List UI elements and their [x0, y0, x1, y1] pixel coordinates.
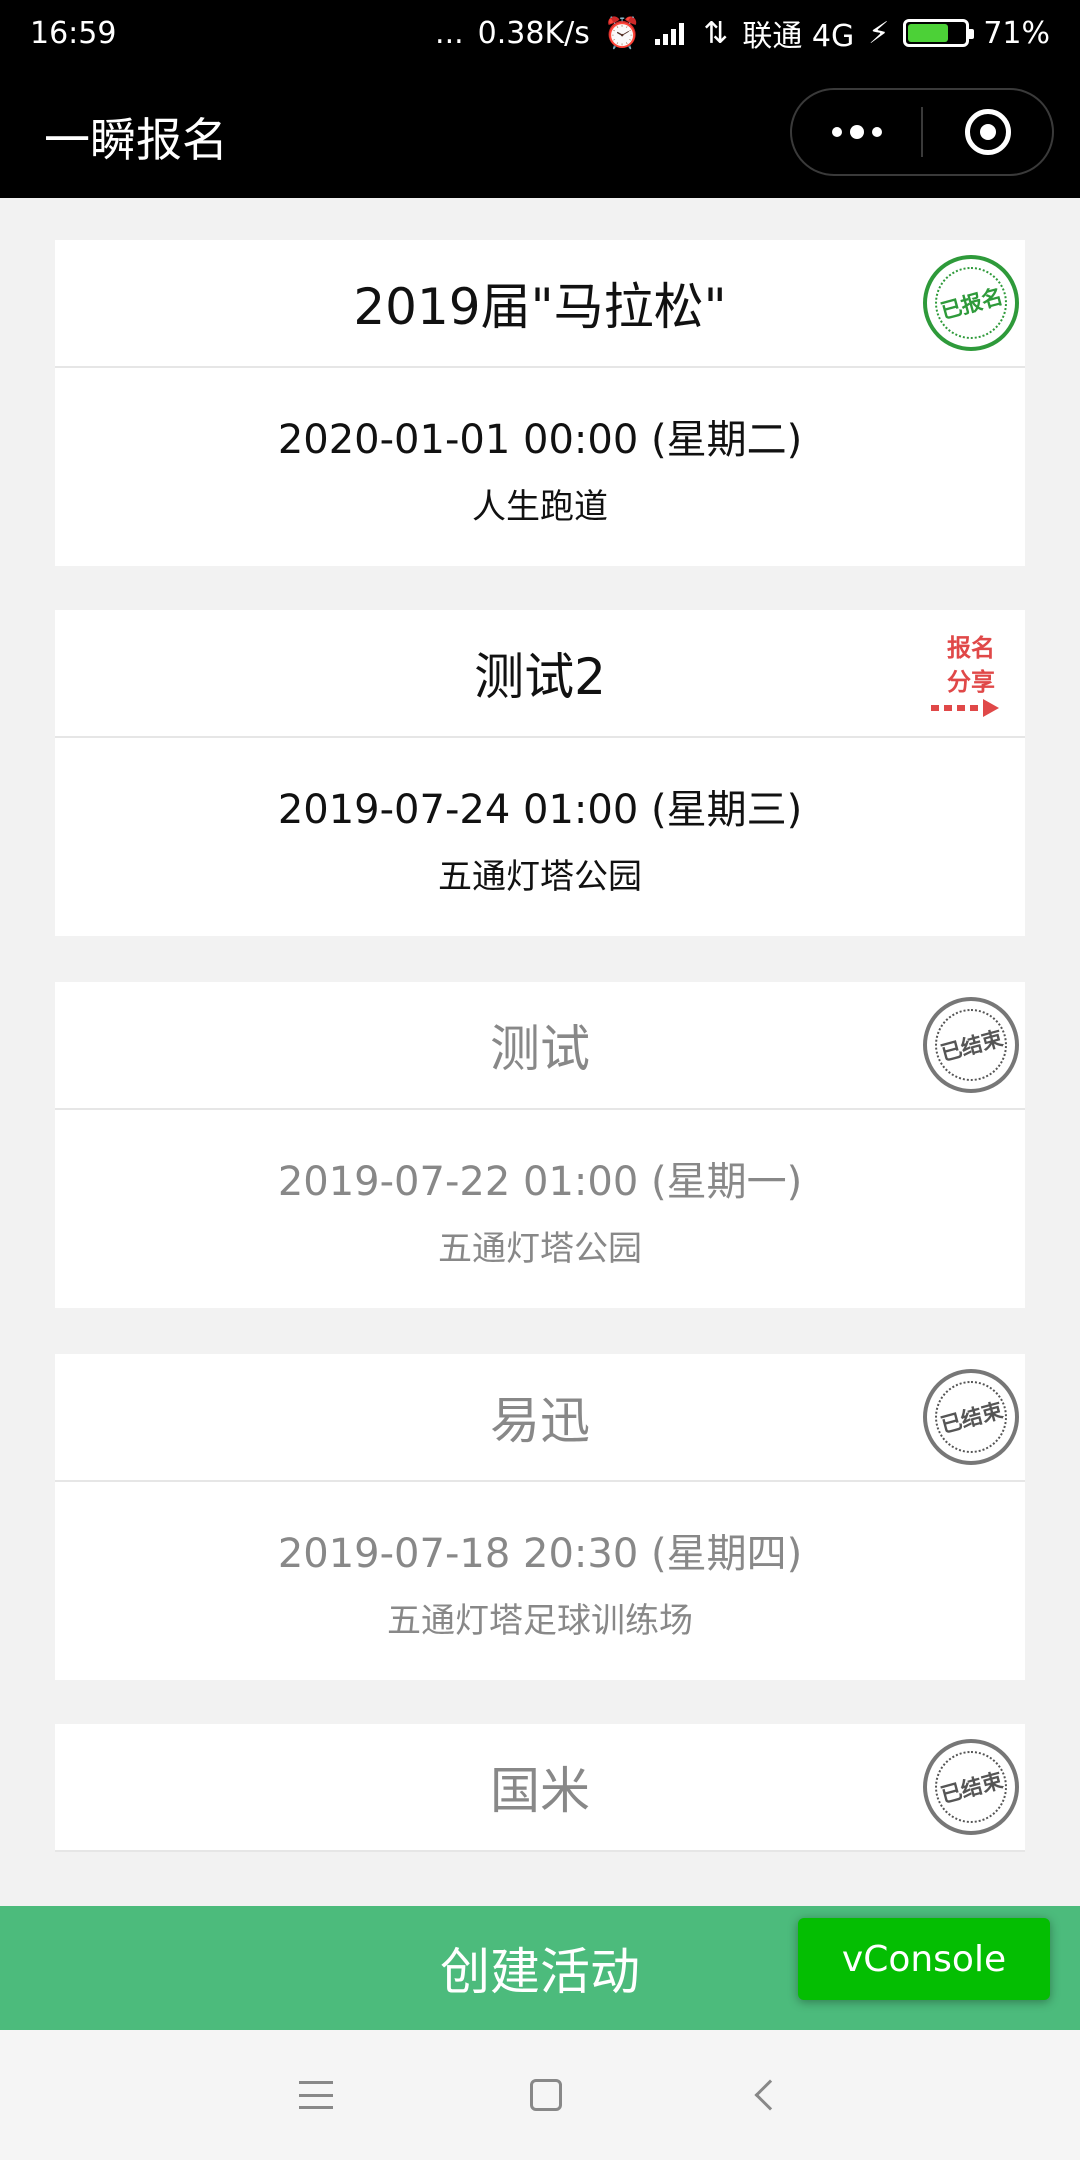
battery-icon [903, 19, 975, 47]
miniprogram-capsule [790, 88, 1054, 176]
data-transfer-icon: ⇅ [703, 15, 729, 51]
signal-icon [655, 21, 689, 45]
event-card-body: 2019-07-24 01:00 (星期三) 五通灯塔公园 [55, 738, 1025, 936]
event-card-header: 测试 已结束 [55, 982, 1025, 1110]
status-indicators: ... 0.38K/s ⏰ ⇅ 联通 4G ⚡ 71% [435, 11, 1050, 55]
event-title: 易迅 [490, 1392, 590, 1450]
event-card[interactable]: 测试2 报名 分享 2019-07-24 01:00 (星期三) 五通灯塔公园 [55, 610, 1025, 936]
nav-bar: 一瞬报名 [0, 66, 1080, 198]
home-icon[interactable] [529, 2079, 562, 2111]
event-date: 2019-07-22 01:00 (星期一) [277, 1158, 803, 1205]
event-card-body: 2020-01-01 00:00 (星期二) 人生跑道 [55, 368, 1025, 566]
ended-badge: 已结束 [923, 1369, 1019, 1465]
event-title: 2019届"马拉松" [353, 278, 727, 336]
system-nav-bar [0, 2030, 1080, 2160]
event-place: 五通灯塔公园 [438, 1228, 642, 1269]
event-place: 人生跑道 [472, 486, 608, 527]
battery-percent: 71% [983, 15, 1050, 51]
status-time: 16:59 [30, 15, 117, 51]
carrier-label: 联通 4G [742, 19, 855, 54]
event-title: 测试 [490, 1020, 590, 1078]
ended-badge: 已结束 [923, 1739, 1019, 1835]
share-arrow-icon: 报名 分享 [923, 631, 1019, 717]
more-dots-icon [831, 125, 882, 139]
event-card-header: 易迅 已结束 [55, 1354, 1025, 1482]
share-badge[interactable]: 报名 分享 [923, 631, 1019, 717]
charging-icon: ⚡ [868, 15, 890, 51]
page-title: 一瞬报名 [44, 113, 228, 167]
event-card[interactable]: 测试 已结束 2019-07-22 01:00 (星期一) 五通灯塔公园 [55, 982, 1025, 1308]
event-place: 五通灯塔公园 [438, 856, 642, 897]
alarm-icon: ⏰ [603, 15, 642, 51]
event-card-header: 测试2 报名 分享 [55, 610, 1025, 738]
target-icon [964, 109, 1011, 155]
event-card[interactable]: 国米 已结束 [55, 1724, 1025, 1852]
event-place: 五通灯塔足球训练场 [387, 1600, 693, 1641]
event-card-body: 2019-07-18 20:30 (星期四) 五通灯塔足球训练场 [55, 1482, 1025, 1680]
event-title: 测试2 [474, 648, 606, 706]
event-card-header: 国米 已结束 [55, 1724, 1025, 1852]
ended-stamp-icon: 已结束 [923, 1739, 1019, 1835]
event-card-body: 2019-07-22 01:00 (星期一) 五通灯塔公园 [55, 1110, 1025, 1308]
status-dots: ... [435, 15, 464, 51]
close-miniprogram-button[interactable] [923, 90, 1052, 174]
event-title: 国米 [490, 1762, 590, 1820]
ended-badge: 已结束 [923, 997, 1019, 1093]
back-icon[interactable] [754, 2079, 786, 2111]
ended-stamp-icon: 已结束 [923, 1369, 1019, 1465]
menu-icon[interactable] [298, 2081, 333, 2109]
event-card-header: 2019届"马拉松" 已报名 [55, 240, 1025, 368]
event-card[interactable]: 易迅 已结束 2019-07-18 20:30 (星期四) 五通灯塔足球训练场 [55, 1354, 1025, 1680]
registered-stamp-icon: 已报名 [923, 255, 1019, 351]
ended-stamp-icon: 已结束 [923, 997, 1019, 1093]
event-card[interactable]: 2019届"马拉松" 已报名 2020-01-01 00:00 (星期二) 人生… [55, 240, 1025, 566]
vconsole-button[interactable]: vConsole [798, 1918, 1050, 2000]
more-button[interactable] [792, 90, 921, 174]
status-bar: 16:59 ... 0.38K/s ⏰ ⇅ 联通 4G ⚡ 71% [0, 0, 1080, 66]
event-date: 2019-07-24 01:00 (星期三) [277, 786, 803, 833]
event-date: 2019-07-18 20:30 (星期四) [277, 1530, 803, 1577]
network-speed: 0.38K/s [477, 15, 590, 51]
event-date: 2020-01-01 00:00 (星期二) [277, 416, 803, 463]
registered-badge: 已报名 [923, 255, 1019, 351]
